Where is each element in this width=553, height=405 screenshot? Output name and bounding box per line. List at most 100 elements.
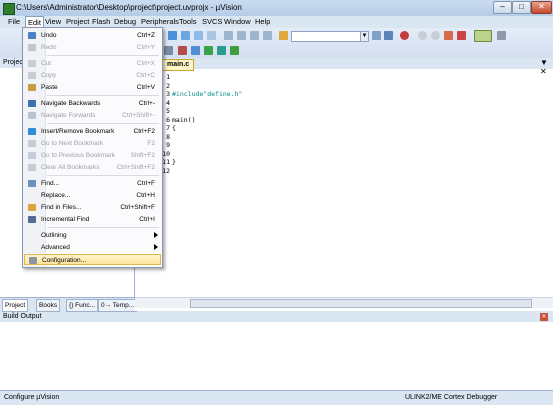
menu-outlining[interactable]: Outlining — [24, 230, 161, 241]
app-icon — [3, 3, 15, 15]
prev-bookmark-icon — [28, 152, 36, 159]
redo-icon — [28, 44, 36, 51]
next-bookmark-icon[interactable] — [194, 31, 203, 40]
paste-icon — [28, 84, 36, 91]
menu-find[interactable]: Find... Ctrl+F — [24, 178, 161, 189]
incremental-find-icon — [28, 216, 36, 223]
menu-replace[interactable]: Replace... Ctrl+H — [24, 190, 161, 201]
unindent-icon[interactable] — [237, 31, 246, 40]
tab-main-c[interactable]: main.c — [162, 59, 195, 71]
tab-books[interactable]: Books — [36, 299, 61, 312]
menu-cut[interactable]: Cut Ctrl+X — [24, 58, 161, 69]
close-button[interactable]: ✕ — [531, 1, 552, 14]
line-number: 3 — [166, 90, 170, 98]
uncomment-icon[interactable] — [263, 31, 272, 40]
manage-components-icon[interactable] — [178, 46, 187, 55]
line-number: 2 — [166, 82, 170, 90]
find-icon[interactable] — [279, 31, 288, 40]
menu-paste[interactable]: Paste Ctrl+V — [24, 82, 161, 93]
line-number: 1 — [166, 73, 170, 81]
menu-window[interactable]: Window — [222, 16, 253, 28]
menu-incremental-find[interactable]: Incremental Find Ctrl+I — [24, 214, 161, 225]
status-text: Configure µVision — [4, 394, 60, 401]
menu-help[interactable]: Help — [253, 16, 272, 28]
horizontal-scrollbar[interactable] — [135, 297, 553, 308]
menu-undo[interactable]: Undo Ctrl+Z — [24, 30, 161, 41]
minimize-button[interactable]: – — [493, 1, 512, 14]
cut-icon — [28, 60, 36, 67]
scrollbar-thumb[interactable] — [190, 299, 532, 308]
indent-icon[interactable] — [224, 31, 233, 40]
chevron-down-icon[interactable]: ▼ — [360, 32, 368, 41]
window-layout-icon[interactable] — [474, 30, 492, 42]
build-output-panel[interactable] — [0, 312, 553, 391]
menu-file[interactable]: File — [6, 16, 22, 28]
build-output-header: Build Output — [0, 312, 553, 322]
target-options-icon[interactable] — [164, 46, 173, 55]
kill-breakpoints-icon[interactable] — [457, 31, 466, 40]
pack-installer-icon[interactable] — [204, 46, 213, 55]
tab-templates[interactable]: 0→ Temp... — [98, 299, 138, 312]
line-number: 8 — [166, 133, 170, 141]
incremental-find-icon[interactable] — [384, 31, 393, 40]
submenu-arrow-icon — [154, 244, 158, 250]
menu-next-bookmark[interactable]: Go to Next Bookmark F2 — [24, 138, 161, 149]
debugger-status: ULINK2/ME Cortex Debugger — [405, 394, 498, 401]
status-bar: Configure µVision ULINK2/ME Cortex Debug… — [0, 390, 553, 405]
menu-redo[interactable]: Redo Ctrl+Y — [24, 42, 161, 53]
code-line: main() — [172, 116, 196, 124]
code-line: #include"define.h" — [172, 90, 243, 98]
bookmark-icon[interactable] — [168, 31, 177, 40]
find-combo[interactable]: ▼ — [291, 31, 369, 42]
menu-previous-bookmark[interactable]: Go to Previous Bookmark Shift+F2 — [24, 150, 161, 161]
find-in-files-icon[interactable] — [372, 31, 381, 40]
build-icon[interactable] — [230, 46, 239, 55]
line-number: 6 — [166, 116, 170, 124]
left-pane-tabs: Project Books {} Func... 0→ Temp... — [0, 297, 138, 312]
close-tab-icon[interactable]: ▼ ✕ — [540, 58, 553, 76]
code-line: { — [172, 124, 176, 132]
menu-copy[interactable]: Copy Ctrl+C — [24, 70, 161, 81]
bookmark-icon — [28, 128, 36, 135]
menu-navigate-forwards[interactable]: Navigate Forwards Ctrl+Shift+- — [24, 110, 161, 121]
line-number: 4 — [166, 99, 170, 107]
maximize-button[interactable]: □ — [512, 1, 531, 14]
submenu-arrow-icon — [154, 232, 158, 238]
copy-icon — [28, 72, 36, 79]
select-packs-icon[interactable] — [191, 46, 200, 55]
find-in-files-icon — [28, 204, 36, 211]
tab-functions[interactable]: {} Func... — [66, 299, 99, 312]
clear-bookmarks-icon — [28, 164, 36, 171]
window-title: C:\Users\Administrator\Desktop\project\p… — [16, 3, 242, 12]
clear-bookmark-icon[interactable] — [207, 31, 216, 40]
arrow-left-icon — [28, 100, 36, 107]
menu-tools[interactable]: Tools — [177, 16, 199, 28]
file-tab-strip — [135, 58, 553, 69]
arrow-right-icon — [28, 112, 36, 119]
rte-icon[interactable] — [217, 46, 226, 55]
menu-configuration[interactable]: Configuration... — [24, 254, 161, 265]
menu-find-in-files[interactable]: Find in Files... Ctrl+Shift+F — [24, 202, 161, 213]
tab-project[interactable]: Project — [2, 299, 29, 312]
stop-icon[interactable] — [431, 31, 440, 40]
menu-clear-bookmarks[interactable]: Clear All Bookmarks Ctrl+Shift+F2 — [24, 162, 161, 173]
menu-advanced[interactable]: Advanced — [24, 242, 161, 253]
menu-svcs[interactable]: SVCS — [200, 16, 224, 28]
undo-icon — [28, 32, 36, 39]
code-line: } — [172, 158, 176, 166]
find-icon — [28, 180, 36, 187]
menu-navigate-backwards[interactable]: Navigate Backwards Ctrl+- — [24, 98, 161, 109]
line-number: 5 — [166, 107, 170, 115]
menu-insert-bookmark[interactable]: Insert/Remove Bookmark Ctrl+F2 — [24, 126, 161, 137]
line-number: 7 — [166, 124, 170, 132]
wrench-icon[interactable] — [497, 31, 506, 40]
comment-icon[interactable] — [250, 31, 259, 40]
line-number: 9 — [166, 141, 170, 149]
prev-bookmark-icon[interactable] — [181, 31, 190, 40]
edit-menu-dropdown: Undo Ctrl+Z Redo Ctrl+Y Cut Ctrl+X Copy Ctrl… — [22, 27, 163, 268]
run-icon[interactable] — [418, 31, 427, 40]
debug-icon[interactable] — [400, 31, 409, 40]
wrench-icon — [29, 257, 37, 264]
close-panel-icon[interactable]: ✕ — [540, 313, 548, 321]
breakpoint-icon[interactable] — [444, 31, 453, 40]
